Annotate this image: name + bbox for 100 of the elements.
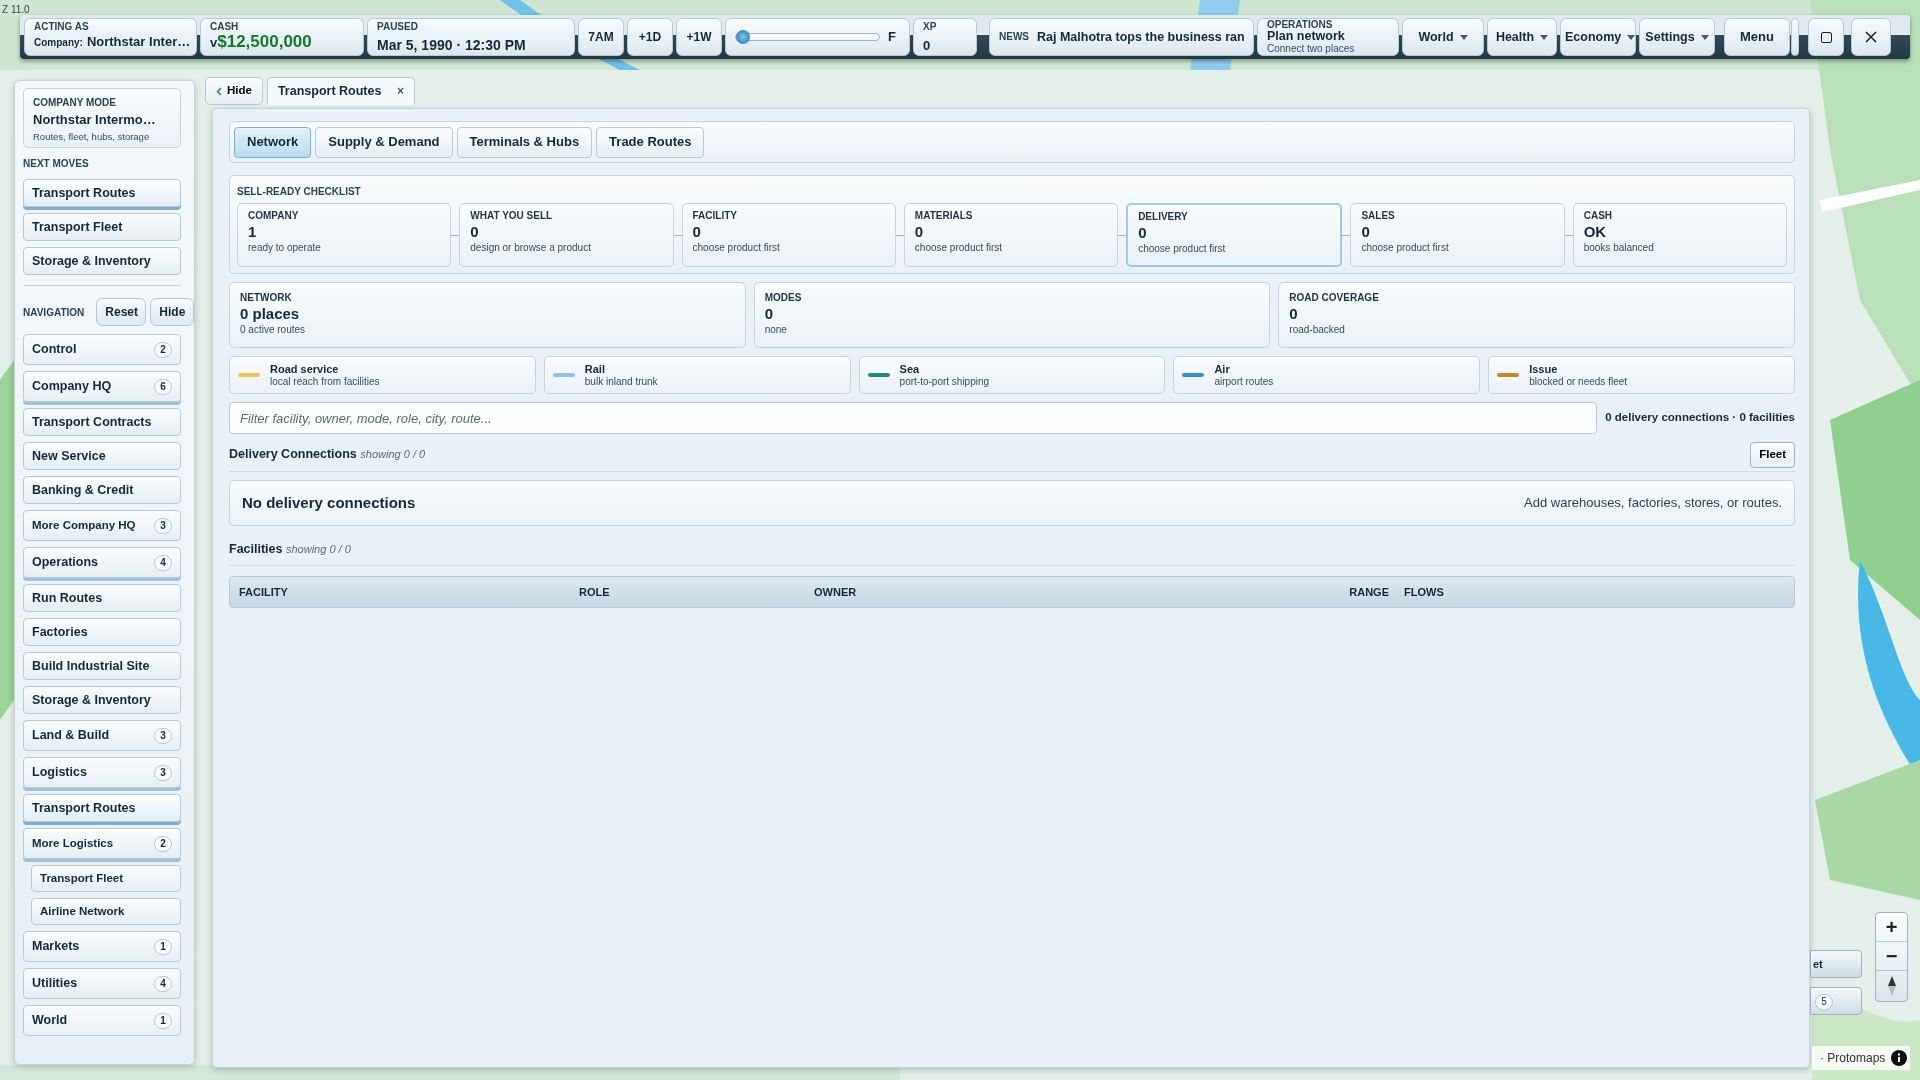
- count-badge: 4: [154, 554, 172, 571]
- stat-value: 0: [764, 304, 774, 323]
- sub-tab[interactable]: Supply & Demand: [315, 126, 453, 158]
- time-step-button[interactable]: 7AM: [578, 18, 624, 56]
- sub-tab[interactable]: Terminals & Hubs: [456, 126, 593, 158]
- nav-item[interactable]: Logistics 3: [23, 757, 181, 788]
- nav-item[interactable]: Markets 1: [23, 931, 181, 962]
- nav-item[interactable]: Transport Contracts: [23, 408, 181, 436]
- caret-icon: [1540, 34, 1549, 40]
- panel-tab[interactable]: Transport Routes ×: [266, 77, 415, 105]
- next-move-button[interactable]: Storage & Inventory: [23, 247, 181, 275]
- count-badge: 2: [154, 835, 172, 852]
- speed-label: F: [888, 28, 896, 46]
- step-value: 0: [692, 222, 702, 241]
- maximize-icon: [1820, 31, 1832, 43]
- speed-slider-track[interactable]: [735, 33, 880, 41]
- news-card[interactable]: NEWS Raj Malhotra tops the business ran: [989, 18, 1254, 56]
- nav-item[interactable]: More Company HQ 3: [23, 510, 181, 541]
- navigation-label: NAVIGATION: [23, 305, 85, 320]
- news-label: NEWS: [999, 31, 1029, 43]
- news-headline: Raj Malhotra tops the business ran: [1037, 29, 1245, 46]
- menu-dropdown[interactable]: Economy: [1560, 18, 1636, 56]
- nav-item[interactable]: Banking & Credit: [23, 476, 181, 504]
- nav-item[interactable]: Company HQ 6: [23, 371, 181, 402]
- menu-dropdown[interactable]: World: [1402, 18, 1484, 56]
- column-header: ROLE: [578, 584, 611, 600]
- sub-nav-item[interactable]: Airline Network: [31, 898, 181, 925]
- nav-item[interactable]: Operations 4: [23, 547, 181, 578]
- zoom-in-button[interactable]: +: [1876, 913, 1907, 942]
- next-move-button[interactable]: Transport Routes: [23, 179, 181, 207]
- hide-button[interactable]: Hide: [150, 298, 194, 326]
- nav-item[interactable]: Land & Build 3: [23, 720, 181, 751]
- operations-card[interactable]: OPERATIONS Plan network Connect two places: [1257, 18, 1399, 56]
- menu-button[interactable]: Menu: [1724, 18, 1790, 56]
- nav-item[interactable]: More Logistics 2: [23, 828, 181, 859]
- nav-item[interactable]: Run Routes: [23, 584, 181, 612]
- count-badge: 2: [154, 341, 172, 358]
- company-mode-card[interactable]: COMPANY MODE Northstar Intermo… Routes, fleet, hubs, storage: [23, 88, 181, 148]
- sub-tab[interactable]: Trade Routes: [596, 126, 705, 158]
- step-note: choose product first: [914, 241, 1004, 255]
- legend-label: Road service: [270, 362, 340, 376]
- zoom-out-button[interactable]: −: [1876, 942, 1907, 971]
- next-moves-label: NEXT MOVES: [23, 157, 90, 171]
- nav-item[interactable]: Control 2: [23, 334, 181, 365]
- slider-thumb[interactable]: [736, 30, 750, 44]
- company-name: Northstar Inter…: [86, 33, 191, 51]
- map-widget-button[interactable]: et: [1810, 950, 1862, 978]
- count-badge: 4: [154, 975, 172, 992]
- nav-item[interactable]: Transport Routes: [23, 794, 181, 822]
- reset-button[interactable]: Reset: [96, 298, 147, 326]
- nav-item[interactable]: Utilities 4: [23, 968, 181, 999]
- sub-tab[interactable]: Network: [234, 126, 312, 158]
- company-mode-note: Routes, fleet, hubs, storage: [33, 129, 151, 144]
- count-badge: 1: [154, 1012, 172, 1029]
- time-step-button[interactable]: +1W: [676, 18, 722, 56]
- nav-item[interactable]: Storage & Inventory: [23, 686, 181, 714]
- step-value: 1: [248, 222, 258, 241]
- nav-item[interactable]: New Service: [23, 442, 181, 470]
- menu-dropdown[interactable]: Health: [1487, 18, 1557, 56]
- nav-item[interactable]: World 1: [23, 1005, 181, 1036]
- tab-close-button[interactable]: ×: [396, 82, 404, 100]
- step-value: OK: [1583, 222, 1608, 241]
- cash-value: $12,500,000: [217, 33, 312, 51]
- acting-as-label: ACTING AS: [34, 21, 90, 33]
- section-heading: Facilities showing 0 / 0: [229, 542, 351, 556]
- step-note: choose product first: [1138, 242, 1227, 256]
- next-move-button[interactable]: Transport Fleet: [23, 213, 181, 241]
- count-badge: 3: [154, 727, 172, 744]
- operations-title: Plan network: [1267, 30, 1346, 43]
- stat-value: 0: [1289, 304, 1299, 323]
- column-header: FACILITY: [238, 584, 289, 600]
- menu-dropdown[interactable]: Settings: [1639, 18, 1715, 56]
- legend-note: port-to-port shipping: [899, 375, 990, 388]
- maximize-button[interactable]: [1808, 18, 1844, 56]
- sub-nav-item[interactable]: Transport Fleet: [31, 865, 181, 892]
- step-note: books balanced: [1583, 241, 1655, 255]
- close-button[interactable]: [1851, 18, 1891, 56]
- time-step-button[interactable]: +1D: [627, 18, 673, 56]
- step-value: 0: [914, 222, 925, 241]
- zoom-level-text: Z 11.0: [2, 3, 30, 17]
- company-prefix: Company:: [34, 36, 83, 50]
- info-icon[interactable]: [1891, 1050, 1908, 1066]
- hide-panel-button[interactable]: Hide: [205, 77, 263, 105]
- step-value: 0: [470, 222, 480, 241]
- xp-label: XP: [923, 21, 938, 33]
- compass-icon: [1886, 975, 1897, 998]
- filter-field[interactable]: Filter facility, owner, mode, role, city, route...: [229, 402, 1598, 434]
- fleet-button[interactable]: Fleet: [1750, 441, 1795, 468]
- attribution-text: · Protomaps: [1820, 1050, 1886, 1067]
- operations-label: OPERATIONS: [1267, 19, 1334, 30]
- stat-value: 0 places: [240, 304, 301, 323]
- stat-note: 0 active routes: [240, 323, 307, 337]
- column-header: FLOWS: [1403, 584, 1445, 600]
- acting-as-card[interactable]: ACTING AS Company: Northstar Inter…: [24, 18, 197, 56]
- operations-note: Connect two places: [1267, 43, 1356, 54]
- count-badge: 5: [1815, 993, 1833, 1010]
- nav-item[interactable]: Factories: [23, 618, 181, 646]
- stat-label: NETWORK: [240, 291, 293, 304]
- nav-item[interactable]: Build Industrial Site: [23, 652, 181, 680]
- step-value: 0: [1361, 222, 1371, 241]
